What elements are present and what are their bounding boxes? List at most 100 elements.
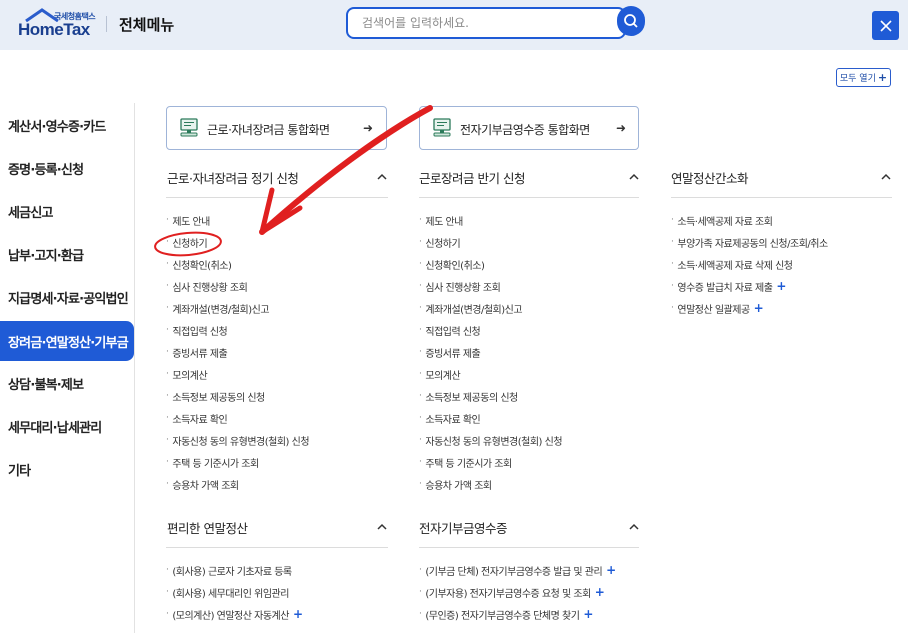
menu-link[interactable]: · 모의계산 (166, 363, 309, 385)
sidebar-item-consultation[interactable]: 상담·불복·제보 (0, 365, 134, 401)
menu-link[interactable]: · 부양가족 자료제공동의 신청/조회/취소 (671, 231, 828, 253)
chevron-up-icon[interactable] (629, 520, 639, 534)
menu-link-label: 심사 진행상황 조회 (172, 282, 248, 294)
menu-link[interactable]: · 모의계산 (419, 363, 562, 385)
shortcut-donation-receipt-integrated[interactable]: 전자기부금영수증 통합화면 ➜ (419, 106, 639, 150)
hometax-logo[interactable]: 국세청홈택스 HomeTax (16, 8, 96, 40)
menu-link[interactable]: · 신청확인(취소) (419, 253, 562, 275)
menu-link-label: 소득·세액공제 자료 조회 (677, 216, 773, 228)
menu-list-year-end-simplified: · 소득·세액공제 자료 조회 · 부양가족 자료제공동의 신청/조회/취소 · 소득·세… (671, 209, 828, 319)
menu-link[interactable]: · 증빙서류 제출 (166, 341, 309, 363)
menu-link-label: 신청확인(취소) (425, 260, 485, 272)
menu-link-label: (모의계산) 연말정산 자동계산 (172, 610, 289, 622)
menu-link-label: (기부금 단체) 전자기부금영수증 발급 및 관리 (425, 566, 603, 578)
sidebar-item-tax-agent[interactable]: 세무대리·납세관리 (0, 408, 134, 444)
menu-link[interactable]: · 주택 등 기준시가 조회 (419, 451, 562, 473)
menu-link[interactable]: · 주택 등 기준시가 조회 (166, 451, 309, 473)
shortcut-incentive-integrated[interactable]: 근로·자녀장려금 통합화면 ➜ (166, 106, 387, 150)
search-icon (624, 14, 638, 28)
menu-link[interactable]: · 연말정산 일괄제공 + (671, 297, 828, 319)
chevron-up-icon[interactable] (377, 520, 387, 534)
menu-link-label: (기부자용) 전자기부금영수증 요청 및 조회 (425, 588, 591, 600)
menu-link[interactable]: · (모의계산) 연말정산 자동계산 + (166, 603, 303, 625)
menu-link[interactable]: · 계좌개설(변경/철회)신고 (419, 297, 562, 319)
menu-link[interactable]: · 소득·세액공제 자료 삭제 신청 (671, 253, 828, 275)
plus-icon[interactable]: + (595, 585, 605, 599)
menu-link-label: 신청확인(취소) (172, 260, 232, 272)
bullet-icon: · (419, 369, 422, 379)
menu-link-label: 계좌개설(변경/철회)신고 (172, 304, 270, 316)
plus-icon[interactable]: + (606, 563, 616, 577)
menu-link[interactable]: · 자동신청 동의 유형변경(철회) 신청 (166, 429, 310, 451)
menu-link[interactable]: · 심사 진행상황 조회 (419, 275, 562, 297)
menu-link-label: 부양가족 자료제공동의 신청/조회/취소 (677, 238, 828, 250)
menu-link[interactable]: · 제도 안내 (419, 209, 562, 231)
menu-link[interactable]: · 영수증 발급치 자료 제출 + (671, 275, 828, 297)
menu-link[interactable]: · 소득자료 확인 (166, 407, 309, 429)
menu-link-label: 자동신청 동의 유형변경(철회) 신청 (425, 436, 563, 448)
menu-link-label: 소득정보 제공동의 신청 (172, 392, 265, 404)
menu-link[interactable]: · 제도 안내 (166, 209, 309, 231)
bullet-icon: · (166, 325, 169, 335)
menu-link[interactable]: · 소득정보 제공동의 신청 (419, 385, 562, 407)
menu-link[interactable]: · 자동신청 동의 유형변경(철회) 신청 (419, 429, 563, 451)
menu-link[interactable]: · 직접입력 신청 (419, 319, 562, 341)
menu-link-label: 승용차 가액 조회 (172, 480, 239, 492)
menu-link-label: 영수증 발급치 자료 제출 (677, 282, 773, 294)
sidebar-item-statements[interactable]: 지급명세·자료·공익법인 (0, 279, 134, 315)
bullet-icon: · (419, 413, 422, 423)
menu-link[interactable]: · (회사용) 근로자 기초자료 등록 (166, 559, 303, 581)
sidebar-item-etc[interactable]: 기타 (0, 451, 134, 487)
menu-link-label: 신청하기 (172, 238, 208, 250)
open-all-button[interactable]: 모두 열기 + (836, 68, 891, 87)
menu-link-label: 증빙서류 제출 (172, 348, 228, 360)
sidebar-item-payment[interactable]: 납부·고지·환급 (0, 236, 134, 272)
plus-icon[interactable]: + (583, 607, 593, 621)
page-title: 전체메뉴 (119, 16, 175, 34)
menu-link-label: 주택 등 기준시가 조회 (172, 458, 259, 470)
menu-link[interactable]: · 신청확인(취소) (166, 253, 309, 275)
menu-link[interactable]: · 소득정보 제공동의 신청 (166, 385, 309, 407)
menu-link[interactable]: · (회사용) 세무대리인 위임관리 (166, 581, 303, 603)
arrow-right-icon: ➜ (363, 121, 374, 135)
menu-link[interactable]: · (무인증) 전자기부금영수증 단체명 찾기 + (419, 603, 616, 625)
header-divider (106, 16, 107, 32)
menu-list-half-incentive: · 제도 안내 · 신청하기 · 신청확인(취소) · 심사 진행상황 조회 · 계좌개설(변경/… (419, 209, 563, 495)
section-divider (419, 547, 639, 548)
sidebar-item-incentives[interactable]: 장려금·연말정산·기부금 (0, 321, 134, 361)
menu-link-label: 자동신청 동의 유형변경(철회) 신청 (172, 436, 310, 448)
menu-link[interactable]: · 소득·세액공제 자료 조회 (671, 209, 828, 231)
menu-link[interactable]: · 소득자료 확인 (419, 407, 562, 429)
sidebar-item-receipts[interactable]: 계산서·영수증·카드 (0, 107, 134, 143)
bullet-icon: · (419, 565, 422, 575)
chevron-up-icon[interactable] (881, 170, 891, 184)
menu-link[interactable]: · 승용차 가액 조회 (166, 473, 309, 495)
menu-link[interactable]: · 신청하기 (166, 231, 309, 253)
menu-link[interactable]: · 계좌개설(변경/철회)신고 (166, 297, 309, 319)
menu-link[interactable]: · 신청하기 (419, 231, 562, 253)
menu-link[interactable]: · 승용차 가액 조회 (419, 473, 562, 495)
bullet-icon: · (166, 587, 169, 597)
shortcut-label: 전자기부금영수증 통합화면 (460, 123, 590, 137)
menu-link[interactable]: · 증빙서류 제출 (419, 341, 562, 363)
sidebar-item-certificates[interactable]: 증명·등록·신청 (0, 150, 134, 186)
menu-link-label: 모의계산 (172, 370, 208, 382)
plus-icon[interactable]: + (293, 607, 303, 621)
menu-link[interactable]: · (기부자용) 전자기부금영수증 요청 및 조회 + (419, 581, 616, 603)
chevron-up-icon[interactable] (377, 170, 387, 184)
bullet-icon: · (166, 413, 169, 423)
bullet-icon: · (166, 281, 169, 291)
menu-list-electronic-donation: · (기부금 단체) 전자기부금영수증 발급 및 관리 + · (기부자용) 전자기부금… (419, 559, 616, 625)
plus-icon[interactable]: + (776, 279, 786, 293)
plus-icon[interactable]: + (754, 301, 764, 315)
search-button[interactable] (617, 6, 645, 36)
menu-link[interactable]: · 심사 진행상황 조회 (166, 275, 309, 297)
chevron-up-icon[interactable] (629, 170, 639, 184)
search-input[interactable] (346, 7, 626, 39)
menu-link[interactable]: · 직접입력 신청 (166, 319, 309, 341)
menu-link[interactable]: · (기부금 단체) 전자기부금영수증 발급 및 관리 + (419, 559, 616, 581)
bullet-icon: · (166, 565, 169, 575)
bullet-icon: · (419, 457, 422, 467)
sidebar-item-tax-filing[interactable]: 세금신고 (0, 193, 134, 229)
close-menu-button[interactable] (872, 11, 899, 40)
